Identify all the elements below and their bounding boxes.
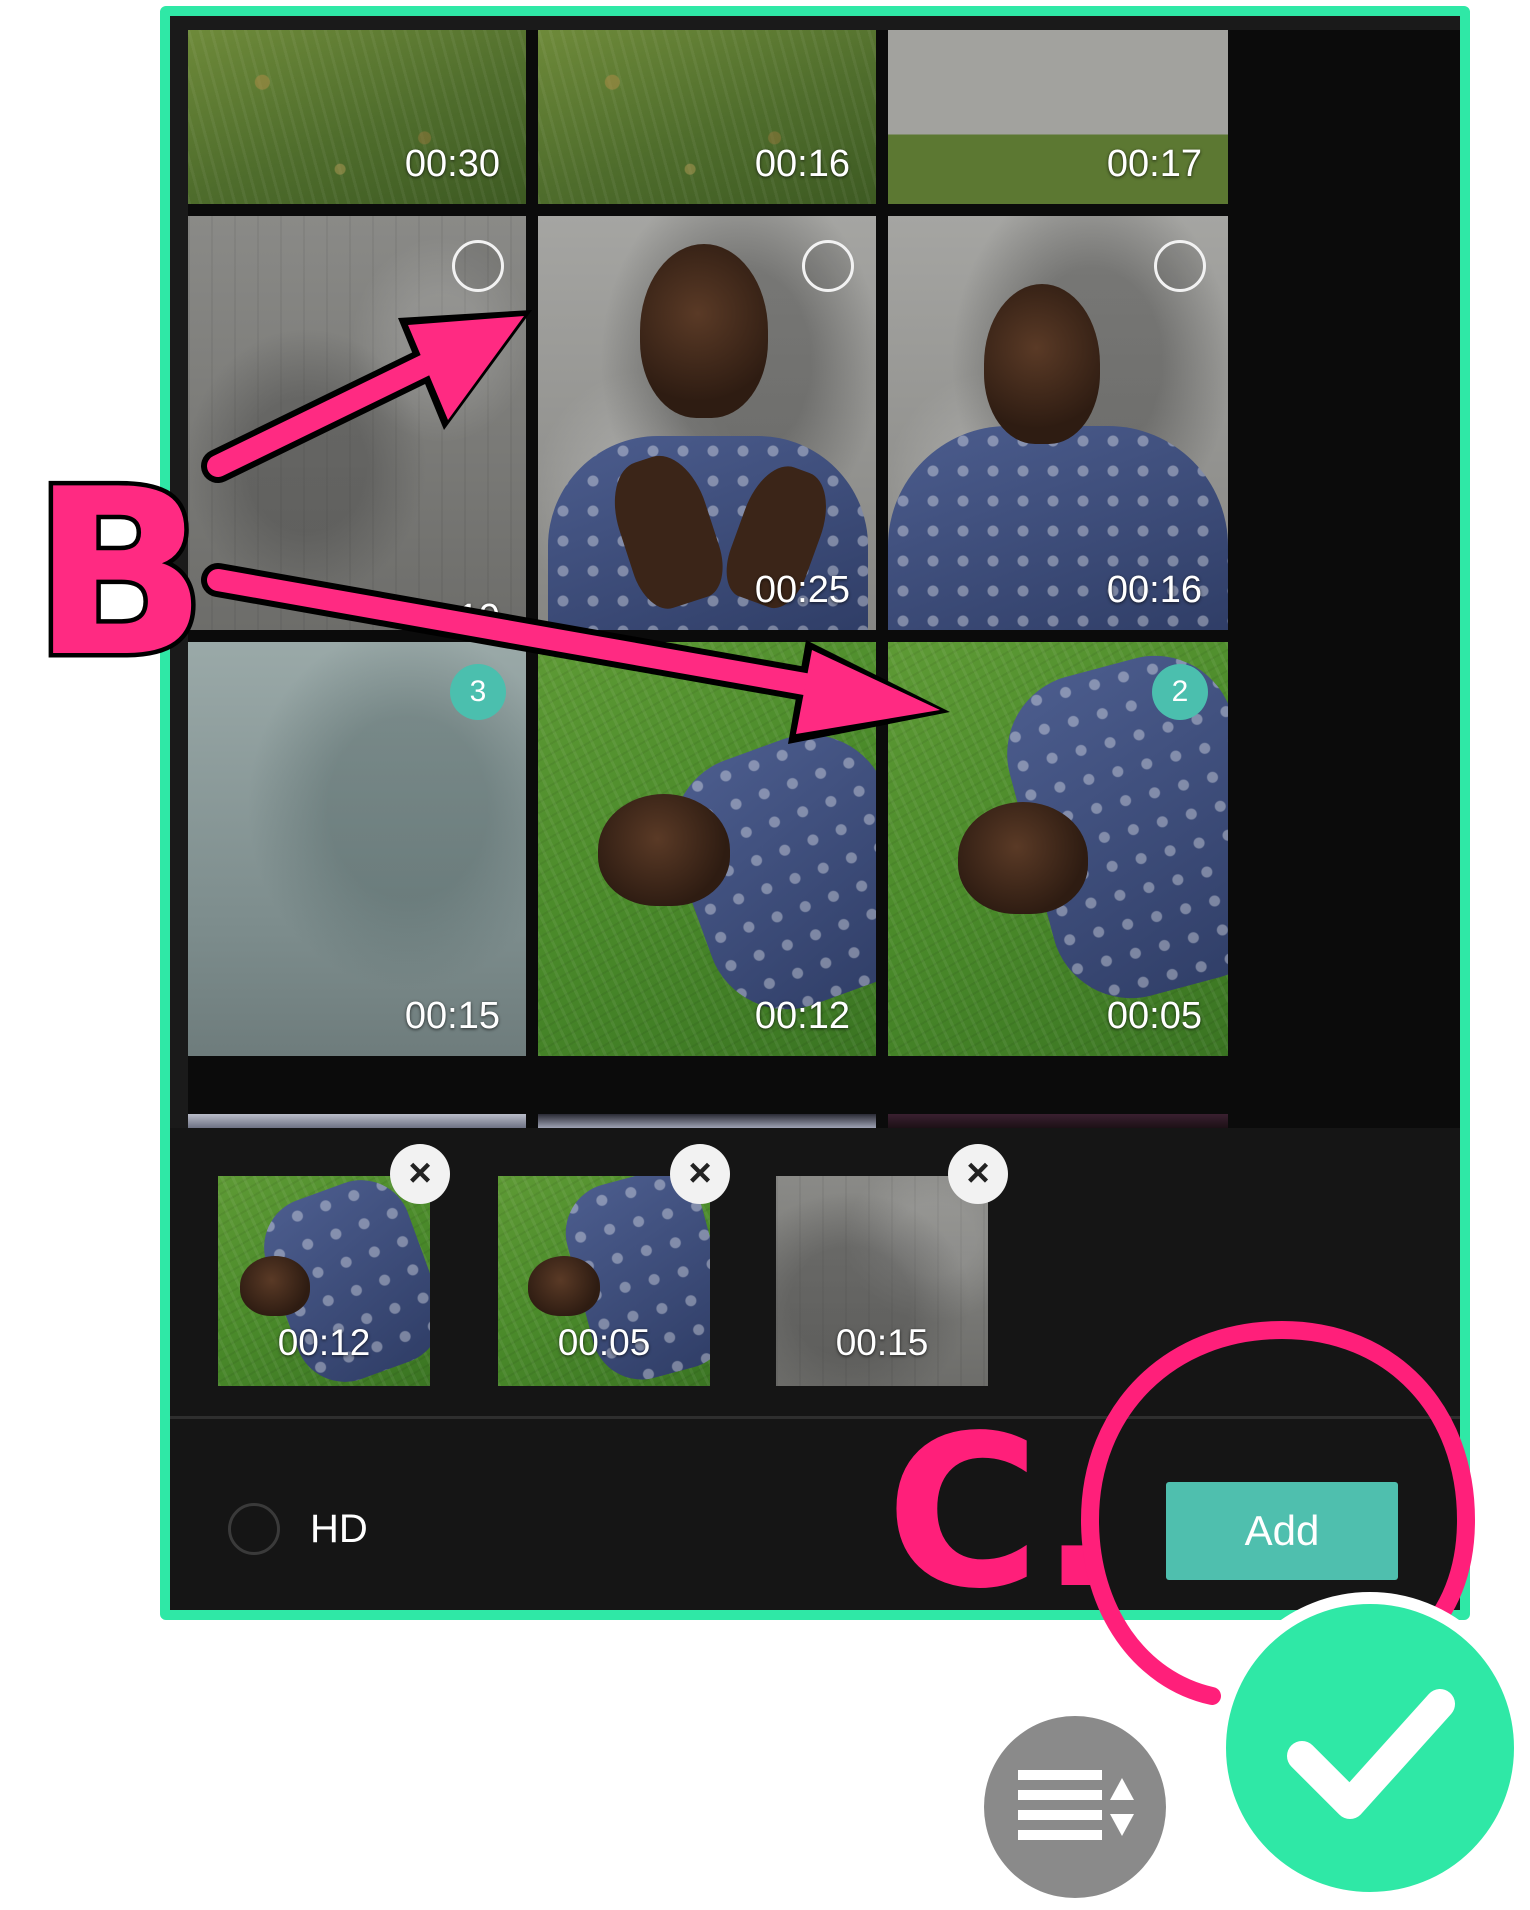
select-circle-icon[interactable] — [452, 240, 504, 292]
add-button[interactable]: Add — [1166, 1482, 1398, 1580]
selection-order-badge[interactable]: 1 — [800, 664, 856, 720]
media-tile[interactable]: 2 00:05 — [888, 642, 1228, 1056]
media-tile-partial[interactable] — [188, 1114, 526, 1128]
media-tile[interactable]: 3 00:15 — [188, 642, 526, 1056]
bottom-bar: HD Add — [170, 1419, 1460, 1610]
media-tile[interactable]: 00:16 — [888, 216, 1228, 630]
duration-label: 00:17 — [1106, 143, 1202, 185]
duration-label: 00:12 — [754, 995, 850, 1037]
duration-label: 00:05 — [557, 1322, 651, 1363]
person-head — [640, 244, 768, 418]
close-icon[interactable]: × — [948, 1144, 1008, 1204]
person-head — [598, 794, 730, 906]
duration-label: 00:19 — [404, 597, 500, 630]
duration-label: 00:30 — [404, 143, 500, 185]
hd-label: HD — [310, 1507, 368, 1551]
duration-label: 00:15 — [404, 995, 500, 1037]
media-tile[interactable]: 00:16 — [538, 30, 876, 204]
person-head — [984, 284, 1100, 444]
media-tile[interactable]: 00:19 — [188, 216, 526, 630]
selected-thumbnail[interactable]: 00:12 — [218, 1176, 430, 1386]
selection-order-badge[interactable]: 2 — [1152, 664, 1208, 720]
check-icon — [1287, 1689, 1455, 1819]
media-picker-panel: 00:30 00:16 00:17 00:19 00:25 00:16 3 00… — [160, 6, 1470, 1620]
person-head — [958, 802, 1088, 914]
media-grid: 00:30 00:16 00:17 00:19 00:25 00:16 3 00… — [188, 30, 1460, 1128]
selection-order-badge[interactable]: 3 — [450, 664, 506, 720]
person-head — [240, 1256, 310, 1316]
media-tile[interactable]: 00:25 — [538, 216, 876, 630]
select-circle-icon[interactable] — [802, 240, 854, 292]
close-icon[interactable]: × — [390, 1144, 450, 1204]
annotation-label-c: C. — [886, 1390, 1120, 1635]
duration-label: 00:16 — [754, 143, 850, 185]
duration-label: 00:12 — [277, 1322, 371, 1363]
close-icon[interactable]: × — [670, 1144, 730, 1204]
media-tile[interactable]: 00:30 — [188, 30, 526, 204]
selected-tray: 00:12 × 00:05 × 00:15 × — [170, 1128, 1460, 1416]
duration-label: 00:05 — [1106, 995, 1202, 1037]
duration-label: 00:25 — [754, 569, 850, 611]
annotation-label-b: B — [27, 441, 211, 708]
hd-radio-button[interactable] — [228, 1503, 280, 1555]
select-circle-icon[interactable] — [1154, 240, 1206, 292]
duration-label: 00:15 — [835, 1322, 929, 1363]
confirm-button[interactable] — [1214, 1592, 1526, 1904]
sort-list-button[interactable] — [984, 1716, 1166, 1898]
media-tile-partial[interactable] — [538, 1114, 876, 1128]
media-tile[interactable]: 1 00:12 — [538, 642, 876, 1056]
media-tile[interactable]: 00:17 — [888, 30, 1228, 204]
person-head — [528, 1256, 600, 1316]
duration-label: 00:16 — [1106, 569, 1202, 611]
selected-thumbnail[interactable]: 00:05 — [498, 1176, 710, 1386]
sort-list-icon — [1018, 1770, 1134, 1840]
media-tile-partial[interactable] — [888, 1114, 1228, 1128]
selected-thumbnail[interactable]: 00:15 — [776, 1176, 988, 1386]
